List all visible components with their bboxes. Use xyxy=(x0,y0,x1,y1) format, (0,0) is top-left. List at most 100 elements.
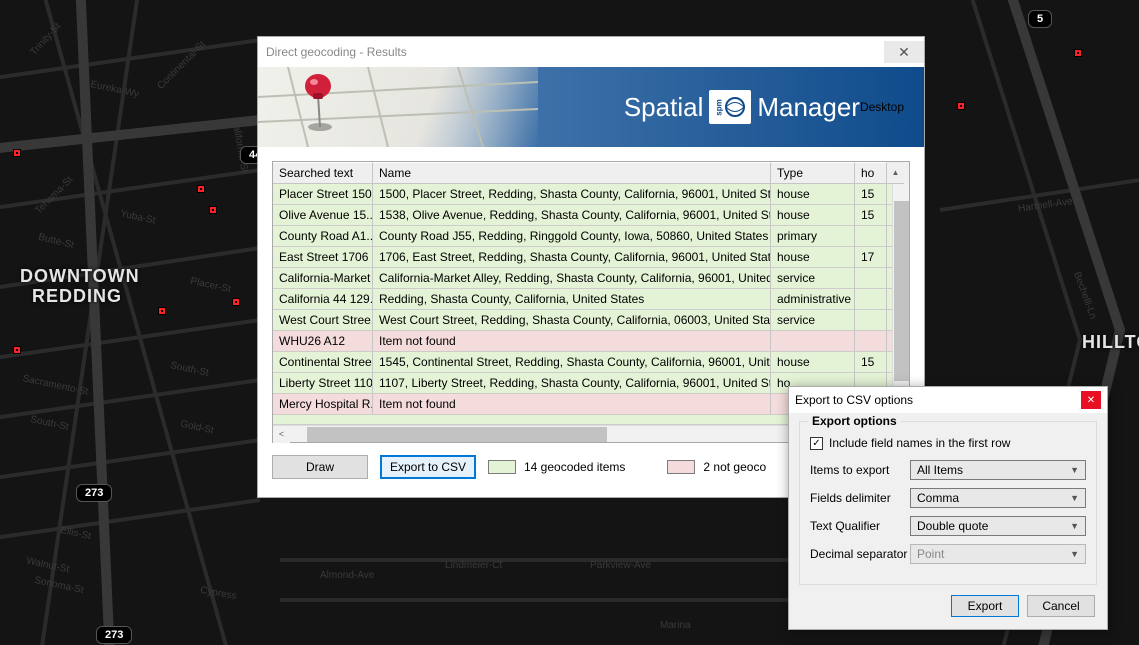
legend-err-swatch xyxy=(667,460,695,474)
scroll-thumb[interactable] xyxy=(894,201,909,381)
banner: Spatial spm Manager Desktop xyxy=(258,67,924,147)
close-button[interactable]: ✕ xyxy=(1081,391,1101,409)
table-row[interactable]: California-Market ...California-Market A… xyxy=(273,268,909,289)
cell-house: 17 xyxy=(855,247,887,267)
cell-searched-text: California-Market ... xyxy=(273,268,373,288)
select-value: Point xyxy=(917,547,944,561)
brand-text-1: Spatial xyxy=(624,92,704,123)
cell-searched-text: California 44 129... xyxy=(273,289,373,309)
legend-ok-label: 14 geocoded items xyxy=(524,460,625,474)
h-scroll-thumb[interactable] xyxy=(307,427,607,442)
cell-searched-text: Placer Street 150... xyxy=(273,184,373,204)
cell-name: California-Market Alley, Redding, Shasta… xyxy=(373,268,771,288)
legend-ok-swatch xyxy=(488,460,516,474)
cell-name: 1107, Liberty Street, Redding, Shasta Co… xyxy=(373,373,771,393)
cell-house: 15 xyxy=(855,205,887,225)
cell-type: administrative xyxy=(771,289,855,309)
table-row[interactable]: East Street 1706 ...1706, East Street, R… xyxy=(273,247,909,268)
cell-name: Redding, Shasta County, California, Unit… xyxy=(373,289,771,309)
cell-searched-text: WHU26 A12 xyxy=(273,331,373,351)
sub-window-title: Export to CSV options xyxy=(795,393,913,407)
table-row[interactable]: Continental Stree...1545, Continental St… xyxy=(273,352,909,373)
map-marker-icon xyxy=(233,299,239,305)
close-icon: ✕ xyxy=(898,44,910,61)
close-icon: ✕ xyxy=(1087,395,1095,406)
cell-name: Item not found xyxy=(373,394,771,414)
cell-searched-text: Continental Stree... xyxy=(273,352,373,372)
table-row[interactable]: Placer Street 150...1500, Placer Street,… xyxy=(273,184,909,205)
map-marker-icon xyxy=(198,186,204,192)
cell-house xyxy=(855,226,887,246)
cell-searched-text: West Court Stree... xyxy=(273,310,373,330)
table-row[interactable]: Olive Avenue 15...1538, Olive Avenue, Re… xyxy=(273,205,909,226)
cell-name: West Court Street, Redding, Shasta Count… xyxy=(373,310,771,330)
map-marker-icon xyxy=(14,150,20,156)
brand-text-2: Manager xyxy=(757,92,860,123)
cell-name: 1545, Continental Street, Redding, Shast… xyxy=(373,352,771,372)
cell-name: 1538, Olive Avenue, Redding, Shasta Coun… xyxy=(373,205,771,225)
cell-name: 1500, Placer Street, Redding, Shasta Cou… xyxy=(373,184,771,204)
items-to-export-select[interactable]: All Items ▼ xyxy=(910,460,1086,480)
table-row[interactable]: West Court Stree...West Court Street, Re… xyxy=(273,310,909,331)
col-house[interactable]: ho xyxy=(855,162,887,184)
table-row[interactable]: California 44 129...Redding, Shasta Coun… xyxy=(273,289,909,310)
cell-house: 15 xyxy=(855,184,887,204)
fields-delimiter-select[interactable]: Comma ▼ xyxy=(910,488,1086,508)
cancel-button[interactable]: Cancel xyxy=(1027,595,1095,617)
export-csv-options-dialog: Export to CSV options ✕ Export options ✓… xyxy=(788,386,1108,630)
cell-type: service xyxy=(771,310,855,330)
cell-name: 1706, East Street, Redding, Shasta Count… xyxy=(373,247,771,267)
cell-searched-text: Mercy Hospital R... xyxy=(273,394,373,414)
sub-title-bar: Export to CSV options ✕ xyxy=(789,387,1107,413)
close-button[interactable]: ✕ xyxy=(884,41,924,63)
fields-delimiter-label: Fields delimiter xyxy=(810,491,910,505)
cell-house xyxy=(855,268,887,288)
map-marker-icon xyxy=(210,207,216,213)
chevron-down-icon: ▼ xyxy=(1070,465,1079,475)
map-marker-icon xyxy=(1075,50,1081,56)
map-marker-icon xyxy=(14,347,20,353)
cell-name: Item not found xyxy=(373,331,771,351)
table-row[interactable]: County Road A1...County Road J55, Reddin… xyxy=(273,226,909,247)
items-to-export-label: Items to export xyxy=(810,463,910,477)
cell-house: 15 xyxy=(855,352,887,372)
grid-header: Searched text Name Type ho ▲ xyxy=(273,162,909,184)
cell-type: house xyxy=(771,352,855,372)
checkbox-label: Include field names in the first row xyxy=(829,436,1010,450)
text-qualifier-label: Text Qualifier xyxy=(810,519,910,533)
cell-name: County Road J55, Redding, Ringgold Count… xyxy=(373,226,771,246)
brand-logo-icon: spm xyxy=(709,90,751,124)
chevron-down-icon: ▼ xyxy=(1070,521,1079,531)
draw-button[interactable]: Draw xyxy=(272,455,368,479)
cell-searched-text: Liberty Street 110... xyxy=(273,373,373,393)
decimal-separator-select[interactable]: Point ▼ xyxy=(910,544,1086,564)
export-options-group: Export options ✓ Include field names in … xyxy=(799,421,1097,585)
decimal-separator-label: Decimal separator xyxy=(810,547,910,561)
scroll-left-button[interactable]: < xyxy=(273,426,290,443)
map-marker-icon xyxy=(958,103,964,109)
cell-type: primary xyxy=(771,226,855,246)
export-csv-button[interactable]: Export to CSV xyxy=(380,455,476,479)
select-value: Double quote xyxy=(917,519,988,533)
cell-type: house xyxy=(771,247,855,267)
map-marker-icon xyxy=(159,308,165,314)
cell-searched-text: East Street 1706 ... xyxy=(273,247,373,267)
cell-searched-text: County Road A1... xyxy=(273,226,373,246)
col-searched-text[interactable]: Searched text xyxy=(273,162,373,184)
include-field-names-checkbox[interactable]: ✓ xyxy=(810,437,823,450)
export-button[interactable]: Export xyxy=(951,595,1019,617)
chevron-down-icon: ▼ xyxy=(1070,549,1079,559)
cell-type: house xyxy=(771,184,855,204)
cell-house xyxy=(855,289,887,309)
text-qualifier-select[interactable]: Double quote ▼ xyxy=(910,516,1086,536)
col-type[interactable]: Type xyxy=(771,162,855,184)
scroll-up-button[interactable]: ▲ xyxy=(887,162,904,184)
cell-type xyxy=(771,331,855,351)
table-row[interactable]: WHU26 A12Item not found xyxy=(273,331,909,352)
select-value: All Items xyxy=(917,463,963,477)
cell-type: service xyxy=(771,268,855,288)
window-title: Direct geocoding - Results xyxy=(266,45,407,59)
chevron-down-icon: ▼ xyxy=(1070,493,1079,503)
col-name[interactable]: Name xyxy=(373,162,771,184)
cell-house xyxy=(855,331,887,351)
